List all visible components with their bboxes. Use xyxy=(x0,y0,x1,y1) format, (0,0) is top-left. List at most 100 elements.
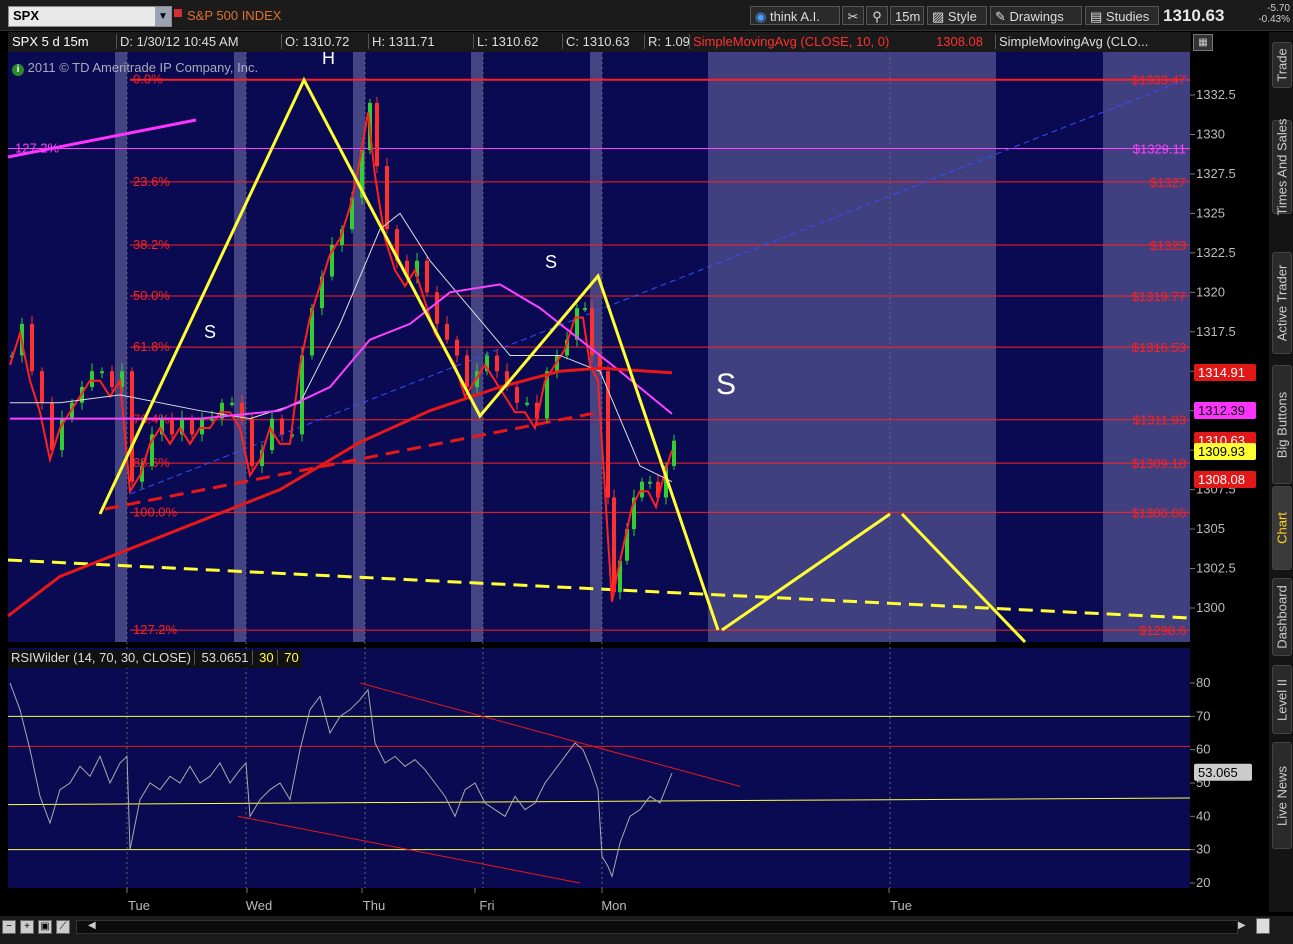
price-tick-label: 1325 xyxy=(1196,205,1225,220)
info-date: D: 1/30/12 10:45 AM xyxy=(116,34,239,49)
info-sma2: SimpleMovingAvg (CLO... xyxy=(995,34,1148,49)
candle-body xyxy=(425,260,429,293)
candle-body xyxy=(612,497,616,593)
price-tick-label: 1317.5 xyxy=(1196,324,1236,339)
price-marker: 1309.93 xyxy=(1194,443,1256,460)
pattern-label: S xyxy=(204,322,216,342)
candle-body xyxy=(190,418,194,435)
pattern-label: S xyxy=(716,368,736,401)
side-tab-level-ii[interactable]: Level II xyxy=(1272,665,1292,734)
style-label: Style xyxy=(947,9,977,24)
last-price: 1310.63 xyxy=(1163,6,1225,25)
interval-button[interactable]: 15m xyxy=(890,6,924,25)
fit-icon[interactable]: ▣ xyxy=(38,920,52,934)
price-tick-label: 1327.5 xyxy=(1196,166,1236,181)
time-tick-label: Mon xyxy=(601,898,626,913)
studies-label: Studies xyxy=(1105,9,1150,24)
candle-body xyxy=(210,418,214,421)
candle-body xyxy=(445,323,449,340)
price-marker: 1312.39 xyxy=(1194,402,1256,419)
rsi-header: RSIWilder (14, 70, 30, CLOSE) 53.0651 30… xyxy=(8,650,302,668)
think-ai-button[interactable]: ◉ think A.I. xyxy=(750,6,840,25)
style-icon: ▨ xyxy=(932,9,945,24)
info-symbol-period: SPX 5 d 15m xyxy=(12,34,89,49)
zoom-out-icon[interactable]: − xyxy=(2,920,16,934)
candle-body xyxy=(130,371,134,482)
rsi-tick-label: 20 xyxy=(1196,875,1210,890)
side-tab-dashboard[interactable]: Dashboard xyxy=(1272,578,1292,656)
symbol-flag-icon[interactable] xyxy=(174,9,182,17)
studies-button[interactable]: ▤ Studies xyxy=(1085,6,1159,25)
fib-label: 38.2% xyxy=(133,237,170,252)
fib-price-label: $1298.6 xyxy=(1139,623,1186,638)
side-tab-active-trader[interactable]: Active Trader xyxy=(1272,252,1292,354)
time-axis[interactable]: Tue Wed Thu Fri Mon Tue xyxy=(8,888,1268,916)
candle-body xyxy=(455,339,459,356)
candle-body xyxy=(495,355,499,372)
drawings-label: Drawings xyxy=(1009,9,1064,24)
time-axis-background xyxy=(8,888,1268,916)
candle-body xyxy=(100,371,104,374)
side-tab-label: Chart xyxy=(1274,512,1290,544)
candle-body xyxy=(515,387,519,403)
chevron-down-icon[interactable]: ▼ xyxy=(155,7,171,26)
candle-body xyxy=(30,323,34,372)
side-tab-big-buttons[interactable]: Big Buttons xyxy=(1272,365,1292,484)
scroll-right-icon[interactable]: ▶ xyxy=(1238,920,1250,932)
fib-label: 61.8% xyxy=(133,339,170,354)
zoom-tool-button[interactable]: ⚲ xyxy=(866,6,888,25)
horizontal-scrollbar[interactable] xyxy=(76,920,1238,934)
side-tab-trade[interactable]: Trade xyxy=(1272,42,1292,88)
candle-body xyxy=(90,371,94,388)
think-ai-icon: ◉ xyxy=(755,9,767,24)
price-tick-label: 1305 xyxy=(1196,521,1225,536)
info-open: O: 1310.72 xyxy=(281,34,349,49)
symbol-input[interactable]: SPX ▼ xyxy=(8,6,172,27)
candle-body xyxy=(110,371,114,388)
drawings-button[interactable]: ✎ Drawings xyxy=(990,6,1082,25)
candle-body xyxy=(170,418,174,435)
crosshair-tool-button[interactable]: ✂ xyxy=(842,6,864,25)
copyright-line: i 2011 © TD Ameritrade IP Company, Inc. xyxy=(12,60,258,76)
candle-body xyxy=(640,481,644,498)
candle-body xyxy=(435,292,439,324)
fib-price-label: $1316.53 xyxy=(1132,340,1186,355)
price-tick-label: 1300 xyxy=(1196,600,1225,615)
side-tab-chart[interactable]: Chart xyxy=(1272,486,1292,570)
candle-body xyxy=(50,402,54,451)
fib-price-label: $1333.47 xyxy=(1132,73,1186,88)
scroll-thumb[interactable] xyxy=(1256,918,1270,934)
drawings-icon: ✎ xyxy=(995,9,1006,24)
fib-label: 100.0% xyxy=(133,504,178,519)
style-button[interactable]: ▨ Style xyxy=(927,6,987,25)
price-marker-label: 1309.93 xyxy=(1198,444,1245,459)
side-tab-label: Dashboard xyxy=(1274,585,1290,649)
info-high: H: 1311.71 xyxy=(368,34,435,49)
price-marker: 1308.08 xyxy=(1194,471,1256,488)
side-tab-times-and-sales[interactable]: Times And Sales xyxy=(1272,118,1292,216)
info-sma1: SimpleMovingAvg (CLOSE, 10, 0) xyxy=(689,34,889,49)
zoom-in-icon[interactable]: + xyxy=(20,920,34,934)
net-change: -5.70 -0.43% xyxy=(1240,3,1290,25)
price-tick-label: 1302.5 xyxy=(1196,561,1236,576)
drawing-mode-icon[interactable]: ⟋ xyxy=(56,920,70,934)
index-name: S&P 500 INDEX xyxy=(187,8,282,23)
info-icon[interactable]: i xyxy=(12,64,24,76)
price-tick-label: 1322.5 xyxy=(1196,245,1236,260)
chart-settings-icon[interactable]: ▦ xyxy=(1193,34,1213,51)
candle-body xyxy=(583,308,587,311)
rsi-level-high: 70 xyxy=(284,650,299,665)
chart-area[interactable]: 0.0% $1333.47127.2% $1329.1123.6% $132738.2… xyxy=(0,52,1268,916)
candle-body xyxy=(525,402,529,405)
candle-body xyxy=(280,418,284,435)
side-tab-label: Live News xyxy=(1274,765,1290,826)
rsi-tick-label: 60 xyxy=(1196,742,1210,757)
info-sma1-value: 1308.08 xyxy=(936,34,983,49)
rsi-title: RSIWilder (14, 70, 30, CLOSE) xyxy=(8,650,195,665)
info-bar: SPX 5 d 15m D: 1/30/12 10:45 AM O: 1310.… xyxy=(8,32,1213,52)
price-axis[interactable]: 13001302.513051307.513101312.513151317.5… xyxy=(1190,52,1268,642)
side-tab-live-news[interactable]: Live News xyxy=(1272,742,1292,849)
rsi-background xyxy=(8,648,1190,888)
side-tab-label: Trade xyxy=(1274,48,1290,82)
scroll-left-icon[interactable]: ◀ xyxy=(88,921,102,931)
